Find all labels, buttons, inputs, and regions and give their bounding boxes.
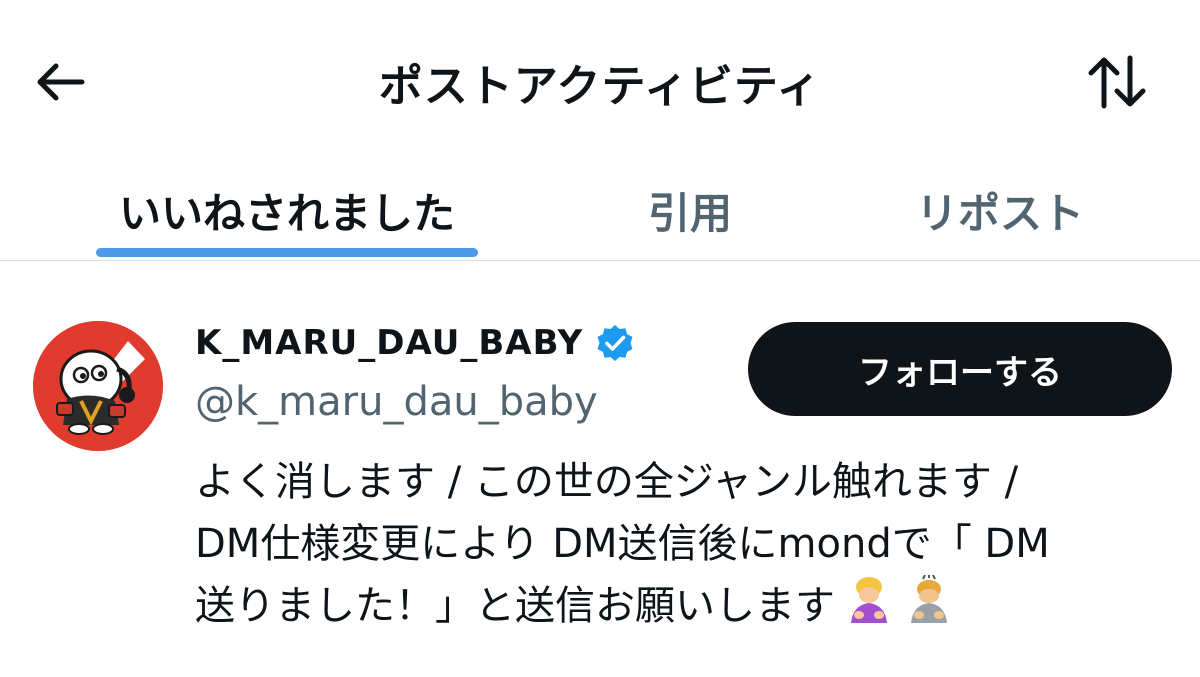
active-tab-indicator: [96, 248, 478, 257]
tab-liked[interactable]: いいねされました: [96, 160, 478, 260]
bio-line-last: 送りました！」と送信お願いします: [195, 575, 1175, 637]
tab-quotes[interactable]: 引用: [610, 160, 770, 260]
verified-badge-icon: [595, 323, 635, 363]
sort-arrows-icon: [1088, 55, 1146, 109]
tab-reposts[interactable]: リポスト: [900, 160, 1100, 260]
woman-bowing-emoji-icon: [851, 577, 887, 623]
user-handle: @k_maru_dau_baby: [195, 379, 598, 425]
avatar-mascot-icon: [33, 321, 163, 451]
avatar[interactable]: [33, 321, 163, 451]
user-name-line: K_MARU_DAU_BABY: [195, 323, 635, 363]
display-name[interactable]: K_MARU_DAU_BABY: [195, 323, 583, 363]
bio-line: DM仕様変更により DM送信後にmondで「 DM: [195, 521, 1050, 567]
page-title: ポストアクティビティ: [378, 61, 822, 112]
person-bowing-emoji-icon: [911, 575, 947, 623]
user-list-item[interactable]: K_MARU_DAU_BABY @k_maru_dau_baby フォローする …: [0, 261, 1200, 677]
follow-button[interactable]: フォローする: [748, 322, 1172, 416]
bio-line: よく消します / この世の全ジャンル触れます /: [195, 459, 1019, 505]
sort-button[interactable]: [1082, 50, 1152, 114]
header: ポストアクティビティ: [0, 0, 1200, 160]
user-bio: よく消します / この世の全ジャンル触れます / DM仕様変更により DM送信後…: [195, 451, 1175, 637]
bio-line-text: 送りました！」と送信お願いします: [195, 583, 835, 629]
activity-tabs: いいねされました 引用 リポスト: [0, 160, 1200, 261]
